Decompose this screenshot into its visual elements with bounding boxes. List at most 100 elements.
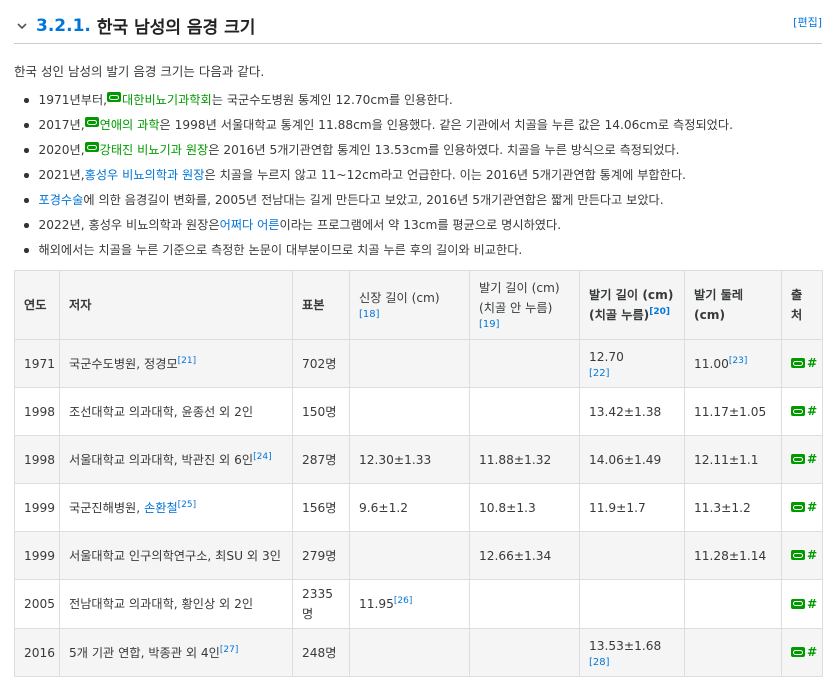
penis-size-table: 연도 저자 표본 신장 길이 (cm) [18] 발기 길이 (cm) (치골 … (14, 270, 823, 677)
cell-source: # (781, 435, 823, 484)
header-label: 발기 길이 (cm) (479, 281, 560, 295)
bullet-text: 해외에서는 치골을 누른 기준으로 측정한 논문이 대부분이므로 치골 누른 후… (38, 243, 523, 257)
footnote-ref[interactable]: [28] (589, 656, 675, 670)
table-row: 2016 5개 기관 연합, 박종관 외 4인[27] 248명 13.53±1.68… (14, 628, 823, 677)
source-anchor[interactable]: # (807, 642, 817, 662)
header-sample: 표본 (292, 270, 350, 340)
cell-sample: 248명 (292, 628, 350, 677)
cell-source: # (781, 579, 823, 629)
cell-girth: 11.00[23] (684, 339, 782, 388)
internal-link[interactable]: 대한비뇨기과학회 (122, 92, 212, 109)
bullet-text: 2017년, (38, 118, 85, 132)
link-icon (84, 117, 99, 127)
cell-sample: 279명 (292, 531, 350, 580)
header-source: 출처 (781, 270, 823, 340)
list-item: 1971년부터, 대한비뇨기과학회 는 국군수도병원 통계인 12.70cm를 인… (24, 92, 733, 117)
cell-year: 2005 (14, 579, 60, 629)
stretch-value: 9.6±1.2 (359, 500, 408, 515)
source-link[interactable]: # (791, 353, 817, 373)
chevron-down-icon[interactable] (14, 18, 30, 34)
header-label: (치골 누름) (589, 308, 650, 322)
cell-nopress (469, 579, 580, 629)
source-anchor[interactable]: # (807, 594, 817, 614)
link-icon (791, 358, 805, 368)
cell-nopress (469, 387, 580, 436)
footnote-ref[interactable]: [27] (220, 645, 238, 655)
bullet-text: 은 1998년 서울대학교 통계인 11.88cm을 인용했다. 같은 기관에서… (159, 118, 733, 132)
footnote-ref[interactable]: [20] (649, 307, 670, 317)
cell-press: 14.06±1.49 (579, 435, 685, 484)
stretch-value: 11.95 (359, 597, 394, 611)
section-number[interactable]: 3.2.1. (36, 16, 91, 36)
intro-text: 한국 성인 남성의 발기 음경 크기는 다음과 같다. (14, 64, 265, 79)
source-anchor[interactable]: # (807, 449, 817, 469)
author-text: 국군진해병원, (69, 500, 145, 515)
girth-value: 11.28±1.14 (694, 548, 767, 563)
press-value: 12.70 (589, 349, 624, 364)
table-row: 1998 서울대학교 의과대학, 박관진 외 6인[24] 287명 12.30±1.… (14, 435, 823, 484)
bullet-text: 2021년, (38, 168, 85, 182)
table-row: 1971 국군수도병원, 정경모[21] 702명 12.70 [22] 11.00[23… (14, 339, 823, 388)
press-value: 11.9±1.7 (589, 500, 646, 515)
footnote-ref[interactable]: [18] (359, 308, 460, 322)
cell-source: # (781, 339, 823, 388)
footnote-ref[interactable]: [22] (589, 367, 675, 381)
cell-year: 1998 (14, 435, 60, 484)
cell-stretch (349, 628, 470, 677)
girth-value: 11.3±1.2 (694, 500, 751, 515)
cell-year: 2016 (14, 628, 60, 677)
table-row: 1998 조선대학교 의과대학, 윤종선 외 2인 150명 13.42±1.38 11… (14, 387, 823, 436)
cell-press: 12.70 [22] (579, 339, 685, 388)
girth-value: 12.11±1.1 (694, 452, 759, 467)
footnote-ref[interactable]: [25] (178, 500, 196, 510)
internal-link[interactable]: 연애의 과학 (100, 117, 160, 134)
source-link[interactable]: # (791, 497, 817, 517)
author-text: 국군수도병원, 정경모 (69, 356, 178, 371)
wiki-link[interactable]: 포경수술 (39, 192, 84, 209)
source-link[interactable]: # (791, 642, 817, 662)
source-anchor[interactable]: # (807, 353, 817, 373)
source-link[interactable]: # (791, 545, 817, 565)
cell-nopress: 11.88±1.32 (469, 435, 580, 484)
cell-sample: 150명 (292, 387, 350, 436)
link-icon (107, 92, 122, 102)
internal-link[interactable]: 강태진 비뇨기과 원장 (100, 142, 209, 159)
list-item: 해외에서는 치골을 누른 기준으로 측정한 논문이 대부분이므로 치골 누른 후… (24, 242, 733, 267)
girth-value: 11.17±1.05 (694, 404, 767, 419)
header-stretch: 신장 길이 (cm) [18] (349, 270, 470, 340)
cell-source: # (781, 531, 823, 580)
link-icon (84, 142, 99, 152)
author-text: 조선대학교 의과대학, 윤종선 외 2인 (69, 404, 254, 419)
footnote-ref[interactable]: [26] (394, 596, 412, 606)
wiki-link[interactable]: 홍성우 비뇨의학과 원장 (85, 167, 205, 184)
source-anchor[interactable]: # (807, 545, 817, 565)
link-icon (791, 647, 805, 657)
link-icon (791, 550, 805, 560)
cell-author: 5개 기관 연합, 박종관 외 4인[27] (59, 628, 293, 677)
source-link[interactable]: # (791, 594, 817, 614)
author-text: 서울대학교 의과대학, 박관진 외 6인 (69, 452, 254, 467)
wiki-link[interactable]: 어쩌다 어른 (220, 217, 280, 234)
cell-stretch (349, 339, 470, 388)
bullet-list: 1971년부터, 대한비뇨기과학회 는 국군수도병원 통계인 12.70cm를 인… (24, 92, 733, 267)
footnote-ref[interactable]: [21] (178, 356, 196, 366)
source-link[interactable]: # (791, 401, 817, 421)
source-link[interactable]: # (791, 449, 817, 469)
cell-nopress: 12.66±1.34 (469, 531, 580, 580)
table-body: 1971 국군수도병원, 정경모[21] 702명 12.70 [22] 11.00[23… (14, 339, 823, 677)
header-author: 저자 (59, 270, 293, 340)
cell-sample: 2335명 (292, 579, 350, 629)
footnote-ref[interactable]: [23] (729, 356, 747, 366)
footnote-ref[interactable]: [19] (479, 318, 570, 332)
cell-sample: 702명 (292, 339, 350, 388)
bullet-text: 은 2016년 5개기관연합 통계인 13.53cm를 인용하였다. 치골을 누… (208, 143, 680, 157)
bullet-text: 2020년, (38, 143, 85, 157)
cell-author: 국군진해병원, 손환철[25] (59, 483, 293, 532)
source-anchor[interactable]: # (807, 497, 817, 517)
cell-nopress (469, 339, 580, 388)
author-link[interactable]: 손환철 (144, 501, 178, 515)
edit-link[interactable]: [편집] (793, 14, 822, 30)
footnote-ref[interactable]: [24] (253, 452, 271, 462)
source-anchor[interactable]: # (807, 401, 817, 421)
press-value: 13.53±1.68 (589, 638, 662, 653)
